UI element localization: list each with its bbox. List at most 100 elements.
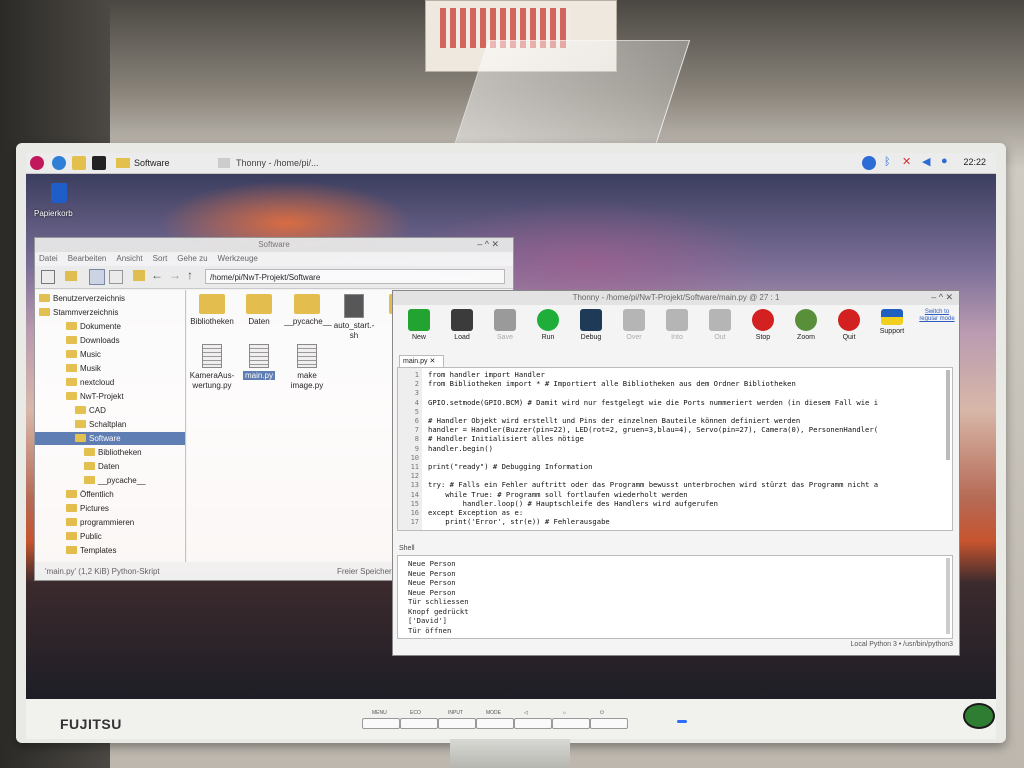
monitor-button[interactable] [362, 718, 400, 729]
list-view-icon[interactable] [109, 270, 123, 284]
shell-scrollbar[interactable] [946, 558, 950, 634]
sidebar-item[interactable]: CAD [35, 404, 185, 417]
toolbar-button-run[interactable]: Run [528, 309, 568, 341]
tab-close-icon[interactable]: ✕ [429, 358, 435, 365]
update-icon[interactable] [862, 156, 876, 170]
sidebar-item[interactable]: Stammverzeichnis [35, 306, 185, 319]
toolbar-button-save[interactable]: Save [485, 309, 525, 341]
toolbar-button-over[interactable]: Over [614, 309, 654, 341]
sidebar-item[interactable]: Pictures [35, 502, 185, 515]
new-folder-icon[interactable] [65, 271, 77, 281]
fm-menubar: Datei Bearbeiten Ansicht Sort Gehe zu Werkzeu… [35, 252, 513, 266]
sidebar-item-label: Software [89, 434, 121, 443]
file-item[interactable]: Bibliotheken [189, 294, 235, 327]
trash-icon[interactable] [40, 183, 76, 207]
sidebar-item[interactable]: Schaltplan [35, 418, 185, 431]
toolbar-button-out[interactable]: Out [700, 309, 740, 341]
monitor-button[interactable] [514, 718, 552, 729]
sidebar-item[interactable]: Downloads [35, 334, 185, 347]
monitor-button-label: ◁ [524, 710, 528, 716]
file-item[interactable]: KameraAus-wertung.py [189, 344, 235, 391]
file-item[interactable]: auto_start.-sh [331, 294, 377, 341]
folder-icon [84, 476, 95, 484]
file-label: Daten [248, 317, 270, 326]
new-window-icon[interactable] [41, 270, 55, 284]
monitor-button[interactable] [590, 718, 628, 729]
sidebar-item[interactable]: __pycache__ [35, 474, 185, 487]
toolbar-button-load[interactable]: Load [442, 309, 482, 341]
line-number: 10 [410, 453, 419, 462]
sidebar-item[interactable]: Music [35, 348, 185, 361]
file-item[interactable]: main.py [236, 344, 282, 381]
toolbar-button-debug[interactable]: Debug [571, 309, 611, 341]
sidebar-item[interactable]: Daten [35, 460, 185, 473]
file-label: main.py [242, 371, 275, 380]
code-line: GPIO.setmode(GPIO.BCM) # Damit wird nur … [428, 397, 879, 407]
sidebar-item[interactable]: Templates [35, 544, 185, 557]
file-item[interactable]: Daten [236, 294, 282, 327]
monitor-stand [450, 739, 570, 768]
folder-icon [66, 518, 77, 526]
sidebar-item[interactable]: Dokumente [35, 320, 185, 333]
sidebar-item[interactable]: Software [35, 432, 185, 445]
fm-menu-item[interactable]: Bearbeiten [68, 254, 107, 263]
thonny-statusbar: Local Python 3 • /usr/bin/python3 [850, 641, 953, 648]
line-number: 3 [414, 389, 419, 398]
sidebar-item[interactable]: nextcloud [35, 376, 185, 389]
file-item[interactable]: make image.py [284, 344, 330, 391]
microphone-icon[interactable]: ● [941, 155, 948, 167]
fm-window-controls[interactable]: – ^ ✕ [477, 239, 499, 250]
thonny-window-controls[interactable]: – ^ ✕ [931, 292, 953, 303]
toolbar-button-into[interactable]: Into [657, 309, 697, 341]
icon-view-icon[interactable] [89, 269, 105, 285]
path-input[interactable]: /home/pi/NwT-Projekt/Software [205, 269, 505, 284]
file-manager-icon[interactable] [72, 156, 86, 170]
monitor-button[interactable] [552, 718, 590, 729]
volume-icon[interactable]: ◀ [922, 155, 930, 168]
editor-scrollbar[interactable] [946, 370, 950, 460]
folder-icon [84, 462, 95, 470]
fm-menu-item[interactable]: Datei [39, 254, 58, 263]
task-thonny[interactable]: Thonny - /home/pi/... [216, 155, 366, 171]
fm-menu-item[interactable]: Werkzeuge [218, 254, 258, 263]
sidebar-item[interactable]: Bibliotheken [35, 446, 185, 459]
up-icon[interactable]: ↑ [187, 268, 193, 282]
stop-icon [752, 309, 774, 331]
sidebar-item[interactable]: Musik [35, 362, 185, 375]
toolbar-button-support[interactable]: Support [872, 309, 912, 335]
switch-mode-link[interactable]: Switch to regular mode [917, 309, 957, 323]
forward-icon[interactable]: → [169, 268, 181, 282]
terminal-icon[interactable] [92, 156, 106, 170]
sidebar-item[interactable]: Öffentlich [35, 488, 185, 501]
fm-menu-item[interactable]: Ansicht [116, 254, 142, 263]
sidebar-item[interactable]: Benutzerverzeichnis [35, 292, 185, 305]
browser-icon[interactable] [52, 156, 66, 170]
shell-panel[interactable]: Neue Person Neue Person Neue Person Neue Pe… [397, 555, 953, 639]
sidebar-item[interactable]: Public [35, 530, 185, 543]
sidebar-item[interactable]: NwT-Projekt [35, 390, 185, 403]
fm-menu-item[interactable]: Gehe zu [177, 254, 207, 263]
back-icon[interactable]: ← [151, 268, 163, 282]
sidebar-item[interactable]: programmieren [35, 516, 185, 529]
toolbar-button-zoom[interactable]: Zoom [786, 309, 826, 341]
sidebar-item-label: Dokumente [80, 322, 121, 331]
bluetooth-icon[interactable]: ᛒ [884, 156, 891, 168]
monitor-button[interactable] [400, 718, 438, 729]
fm-menu-item[interactable]: Sort [153, 254, 168, 263]
code-editor[interactable]: 1 2 3 4 5 6 7 8 9 10 11 12 13 14 15 16 17 from handler i… [397, 367, 953, 531]
acrylic-rack [451, 40, 691, 152]
monitor-button[interactable] [438, 718, 476, 729]
toolbar-button-stop[interactable]: Stop [743, 309, 783, 341]
toolbar-button-label: Stop [755, 334, 771, 341]
home-icon[interactable] [133, 270, 145, 281]
toolbar-button-quit[interactable]: Quit [829, 309, 869, 341]
toolbar-button-label: Run [541, 334, 555, 341]
toolbar-button-new[interactable]: New [399, 309, 439, 341]
raspberry-menu-icon[interactable] [30, 156, 44, 170]
network-off-icon[interactable]: ✕ [902, 155, 911, 168]
monitor-button[interactable] [476, 718, 514, 729]
monitor-button-label: ☼ [562, 710, 567, 716]
file-item[interactable]: __pycache__ [284, 294, 332, 327]
toolbar-button-label: Load [454, 334, 470, 341]
load-icon [451, 309, 473, 331]
